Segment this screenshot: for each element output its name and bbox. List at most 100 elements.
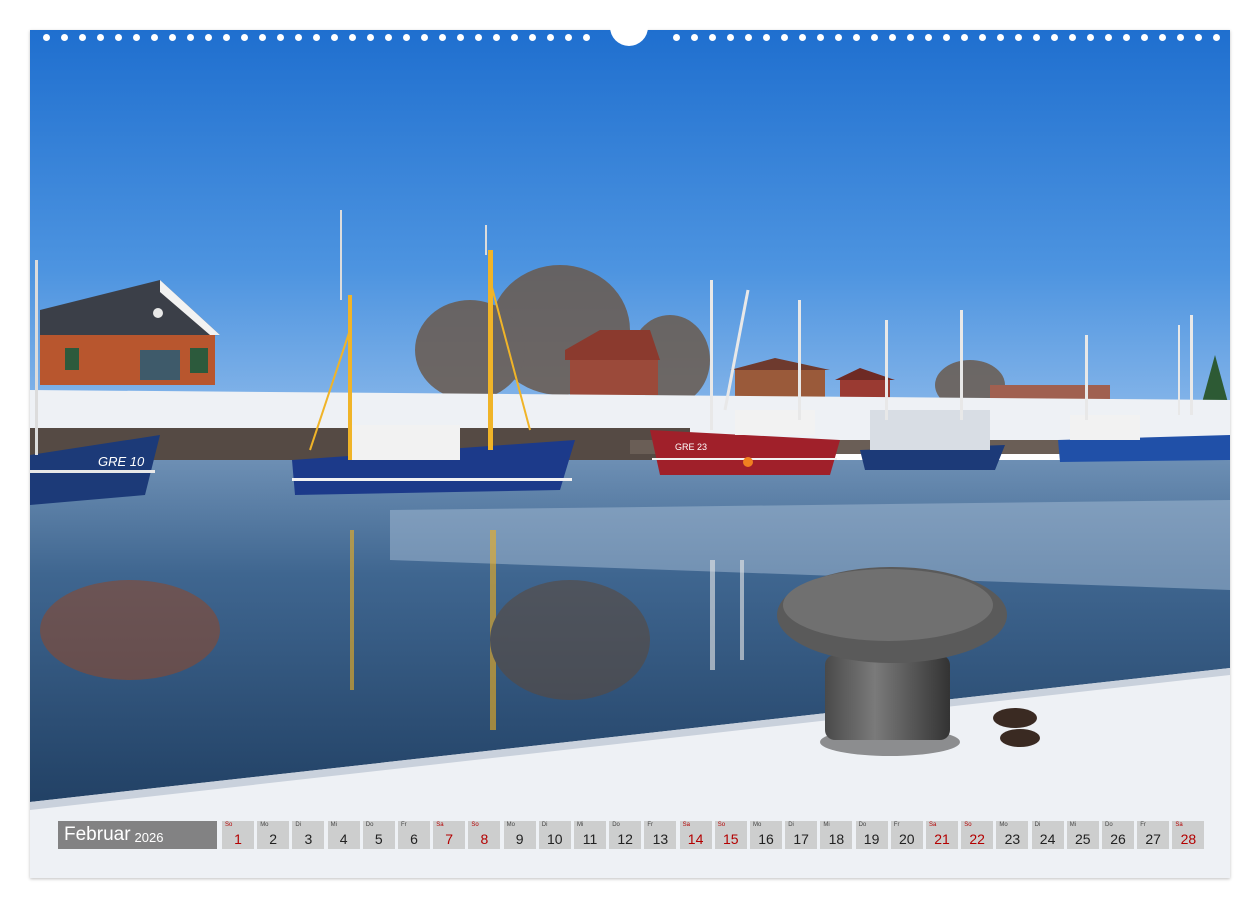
day-number: 10 — [547, 831, 563, 847]
weekday-label: Mo — [999, 822, 1008, 828]
month-label: Februar 2026 — [58, 821, 217, 849]
weekday-label: Fr — [647, 822, 654, 828]
binding-hole — [403, 34, 410, 41]
day-cell: Do 5 — [362, 821, 395, 849]
day-cell: Di 24 — [1031, 821, 1064, 849]
day-number: 25 — [1075, 831, 1091, 847]
weekday-label: Mi — [823, 822, 830, 828]
weekday-label: Fr — [401, 822, 407, 828]
binding-hole — [871, 34, 878, 41]
binding-hole — [97, 34, 104, 41]
binding-hole — [529, 34, 536, 41]
binding-hole — [151, 34, 158, 41]
binding-hole — [781, 34, 788, 41]
hanger-notch — [610, 22, 648, 46]
day-cell: Sa 21 — [926, 821, 958, 849]
day-number: 16 — [758, 831, 774, 847]
day-cell: Sa 14 — [679, 821, 712, 849]
weekday-label: Sa — [929, 822, 937, 828]
day-cell: Fr 13 — [644, 821, 677, 849]
day-number: 19 — [863, 831, 880, 847]
weekday-label: Di — [295, 822, 302, 828]
day-number: 2 — [269, 831, 278, 847]
binding-hole — [763, 34, 770, 41]
binding-hole — [817, 34, 824, 41]
weekday-label: Sa — [1175, 822, 1183, 828]
binding-hole — [205, 34, 212, 41]
binding-hole — [133, 34, 140, 41]
day-number: 23 — [1004, 831, 1021, 847]
day-cell: Di 3 — [292, 821, 325, 849]
weekday-label: Mo — [753, 822, 762, 828]
binding-hole — [1105, 34, 1112, 41]
weekday-label: So — [225, 822, 233, 828]
day-number: 5 — [374, 831, 383, 847]
day-number: 18 — [828, 831, 845, 847]
binding-hole — [223, 34, 230, 41]
binding-hole — [115, 34, 122, 41]
binding-hole — [583, 34, 590, 41]
boat-label-gre-10: GRE 10 — [98, 454, 145, 469]
binding-hole — [439, 34, 446, 41]
day-cell: Do 12 — [609, 821, 642, 849]
binding-hole — [169, 34, 176, 41]
binding-hole — [493, 34, 500, 41]
day-number: 1 — [234, 831, 242, 847]
weekday-label: Do — [858, 822, 867, 828]
binding-hole — [421, 34, 428, 41]
day-number: 22 — [969, 831, 985, 847]
binding-hole — [295, 34, 302, 41]
day-cell: Mo 2 — [257, 821, 290, 849]
binding-hole — [277, 34, 284, 41]
weekday-label: Do — [1105, 822, 1113, 828]
day-cell: Mo 16 — [750, 821, 782, 849]
day-cell: Mi 11 — [574, 821, 606, 849]
day-cell: Sa 7 — [433, 821, 466, 849]
day-number: 28 — [1180, 831, 1197, 847]
binding-hole — [1123, 34, 1130, 41]
binding-hole — [745, 34, 752, 41]
binding-hole — [565, 34, 572, 41]
day-cell: Mi 25 — [1066, 821, 1099, 849]
binding-hole — [889, 34, 896, 41]
day-number: 24 — [1039, 831, 1056, 847]
day-cell: Fr 6 — [398, 821, 430, 849]
day-number: 12 — [617, 831, 633, 847]
day-cell: So 15 — [714, 821, 747, 849]
day-cell: So 1 — [222, 821, 254, 849]
binding-hole — [1015, 34, 1022, 41]
binding-hole — [673, 34, 680, 41]
binding-hole — [835, 34, 842, 41]
day-cell: Sa 28 — [1172, 821, 1205, 849]
day-number: 15 — [723, 831, 739, 847]
day-number: 7 — [445, 831, 454, 847]
boat-label-gre-23: GRE 23 — [675, 442, 707, 452]
day-number: 13 — [652, 831, 669, 847]
binding-hole — [799, 34, 806, 41]
weekday-label: Fr — [893, 822, 900, 828]
day-cell: So 8 — [468, 821, 501, 849]
weekday-label: Fr — [1140, 822, 1146, 828]
day-number: 6 — [410, 831, 418, 847]
day-number: 3 — [304, 831, 313, 847]
weekday-label: Mi — [330, 822, 337, 828]
day-number: 21 — [934, 831, 950, 847]
day-cell: Mi 18 — [820, 821, 853, 849]
binding-hole — [853, 34, 860, 41]
binding-hole — [997, 34, 1004, 41]
binding-hole — [367, 34, 374, 41]
binding-hole — [61, 34, 68, 41]
day-cell: Mo 9 — [503, 821, 536, 849]
binding-hole — [943, 34, 950, 41]
binding-hole — [907, 34, 914, 41]
binding-hole — [475, 34, 482, 41]
binding-hole — [43, 34, 50, 41]
day-cell: Do 26 — [1102, 821, 1134, 849]
weekday-label: Mi — [577, 822, 584, 828]
binding-hole — [457, 34, 464, 41]
calendar-page: GRE 10 GRE 23 Februar 2026 So 1 Mo 2 Di … — [0, 0, 1260, 908]
binding-hole — [961, 34, 968, 41]
binding-hole — [1177, 34, 1184, 41]
weekday-label: Di — [1034, 822, 1041, 828]
month-name: Februar — [64, 824, 131, 845]
